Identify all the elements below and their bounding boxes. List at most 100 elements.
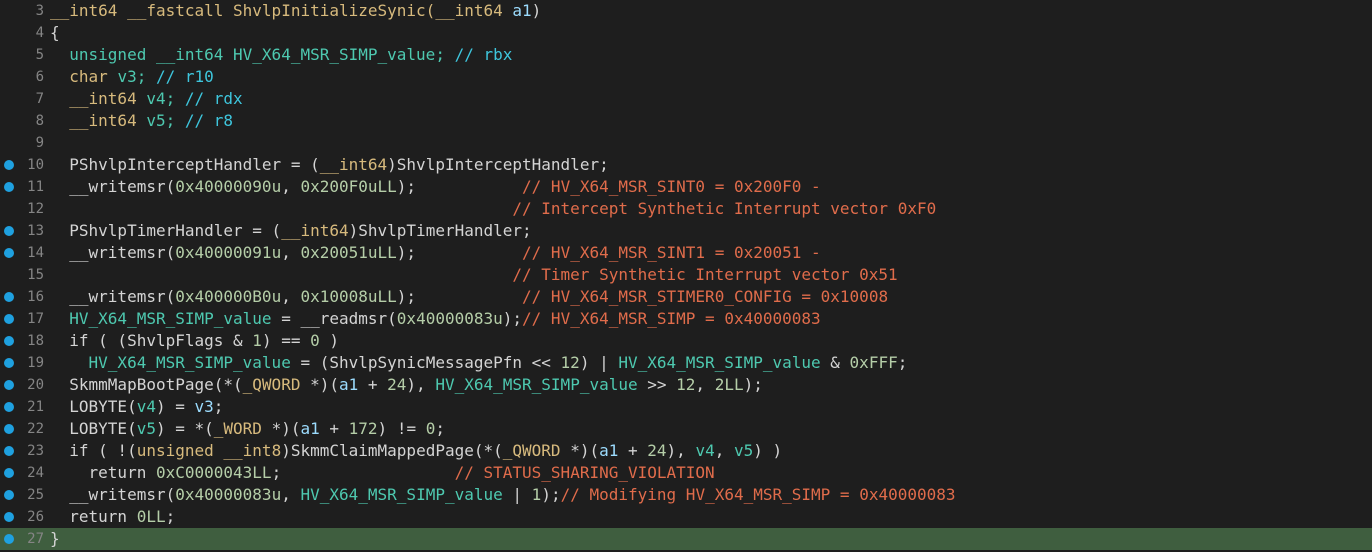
code-line[interactable]: 10 PShvlpInterceptHandler = (__int64)Shv… (0, 154, 1372, 176)
code-token: unsigned __int8 (136, 441, 282, 460)
code-line[interactable]: 17 HV_X64_MSR_SIMP_value = __readmsr(0x4… (0, 308, 1372, 330)
code-token: HV_X64_MSR_SIMP_value (435, 375, 638, 394)
breakpoint-dot-icon[interactable] (4, 380, 14, 390)
code-line[interactable]: 21 LOBYTE(v4) = v3; (0, 396, 1372, 418)
breakpoint-dot-icon[interactable] (4, 468, 14, 478)
line-gutter[interactable]: 19 (0, 352, 48, 374)
code-token: *)( (261, 419, 301, 438)
code-line[interactable]: 7 __int64 v4; // rdx (0, 88, 1372, 110)
code-line[interactable]: 18 if ( (ShvlpFlags & 1) == 0 ) (0, 330, 1372, 352)
code-line[interactable]: 14 __writemsr(0x40000091u, 0x20051uLL); … (0, 242, 1372, 264)
line-gutter[interactable]: 9 (0, 132, 48, 154)
code-line[interactable]: 20 SkmmMapBootPage(*(_QWORD *)(a1 + 24),… (0, 374, 1372, 396)
line-gutter[interactable]: 15 (0, 264, 48, 286)
code-token: __writemsr( (50, 287, 176, 306)
code-line[interactable]: 23 if ( !(unsigned __int8)SkmmClaimMappe… (0, 440, 1372, 462)
line-number: 15 (27, 267, 44, 283)
line-gutter[interactable]: 8 (0, 110, 48, 132)
breakpoint-dot-icon[interactable] (4, 424, 14, 434)
code-token: v3; (117, 67, 156, 86)
code-line[interactable]: 3 __int64 __fastcall ShvlpInitializeSynic… (0, 0, 1372, 22)
code-token: // Modifying HV_X64_MSR_SIMP = 0x4000008… (560, 485, 956, 504)
code-token: __int64 __fastcall ShvlpInitializeSynic( (50, 1, 436, 20)
code-line[interactable]: 6 char v3; // r10 (0, 66, 1372, 88)
line-gutter[interactable]: 13 (0, 220, 48, 242)
code-token: if ( (ShvlpFlags & (50, 331, 253, 350)
code-token: __int64 (50, 89, 147, 108)
line-gutter[interactable]: 18 (0, 330, 48, 352)
line-gutter[interactable]: 25 (0, 484, 48, 506)
code-line[interactable]: 13 PShvlpTimerHandler = (__int64)ShvlpTi… (0, 220, 1372, 242)
breakpoint-dot-icon[interactable] (4, 512, 14, 522)
breakpoint-dot-icon[interactable] (4, 182, 14, 192)
breakpoint-dot-icon[interactable] (4, 490, 14, 500)
line-gutter[interactable]: 6 (0, 66, 48, 88)
code-line[interactable]: 4{ (0, 22, 1372, 44)
line-gutter[interactable]: 12 (0, 198, 48, 220)
code-token: // Intercept Synthetic Interrupt vector … (512, 199, 937, 218)
code-line[interactable]: 16 __writemsr(0x400000B0u, 0x10008uLL); … (0, 286, 1372, 308)
line-gutter[interactable]: 11 (0, 176, 48, 198)
code-line[interactable]: 26 return 0LL; (0, 506, 1372, 528)
line-gutter[interactable]: 16 (0, 286, 48, 308)
code-token: 0 (310, 331, 320, 350)
code-text: __writemsr(0x40000090u, 0x200F0uLL); // … (50, 176, 821, 198)
code-line[interactable]: 8 __int64 v5; // r8 (0, 110, 1372, 132)
code-line[interactable]: 27} (0, 528, 1372, 550)
line-gutter[interactable]: 23 (0, 440, 48, 462)
code-line[interactable]: 5 unsigned __int64 HV_X64_MSR_SIMP_value… (0, 44, 1372, 66)
line-gutter[interactable]: 17 (0, 308, 48, 330)
line-gutter[interactable]: 3 (0, 0, 48, 22)
line-number: 20 (27, 377, 44, 393)
code-token: 24 (647, 441, 667, 460)
pseudocode-editor[interactable]: 3 __int64 __fastcall ShvlpInitializeSynic… (0, 0, 1372, 552)
code-line[interactable]: 22 LOBYTE(v5) = *(_WORD *)(a1 + 172) != … (0, 418, 1372, 440)
breakpoint-dot-icon[interactable] (4, 160, 14, 170)
code-token: 0xC0000043LL (155, 463, 272, 482)
code-text: return 0LL; (50, 506, 175, 528)
line-gutter[interactable]: 27 (0, 528, 48, 550)
code-line[interactable]: 12 // Intercept Synthetic Interrupt vect… (0, 198, 1372, 220)
line-gutter[interactable]: 10 (0, 154, 48, 176)
breakpoint-dot-icon[interactable] (4, 336, 14, 346)
breakpoint-dot-icon[interactable] (4, 358, 14, 368)
code-token: ); (502, 309, 523, 328)
breakpoint-dot-icon[interactable] (4, 534, 14, 544)
line-gutter[interactable]: 7 (0, 88, 48, 110)
code-token: )SkmmClaimMappedPage(*( (281, 441, 503, 460)
code-token: v4 (695, 441, 715, 460)
line-gutter[interactable]: 26 (0, 506, 48, 528)
breakpoint-dot-icon[interactable] (4, 402, 14, 412)
code-line[interactable]: 11 __writemsr(0x40000090u, 0x200F0uLL); … (0, 176, 1372, 198)
code-token: // HV_X64_MSR_SINT0 = 0x200F0 - (522, 177, 821, 196)
line-gutter[interactable]: 20 (0, 374, 48, 396)
code-token: & (820, 353, 850, 372)
code-token: )ShvlpTimerHandler; (348, 221, 532, 240)
code-text: HV_X64_MSR_SIMP_value = __readmsr(0x4000… (50, 308, 820, 330)
breakpoint-dot-icon[interactable] (4, 314, 14, 324)
code-token: 172 (348, 419, 378, 438)
line-gutter[interactable]: 22 (0, 418, 48, 440)
code-token: __int64 (50, 111, 147, 130)
breakpoint-dot-icon[interactable] (4, 248, 14, 258)
code-token: + (319, 419, 349, 438)
code-text: PShvlpInterceptHandler = (__int64)ShvlpI… (50, 154, 608, 176)
breakpoint-dot-icon[interactable] (4, 292, 14, 302)
code-token: , (281, 177, 301, 196)
line-gutter[interactable]: 14 (0, 242, 48, 264)
breakpoint-dot-icon[interactable] (4, 446, 14, 456)
breakpoint-dot-icon[interactable] (4, 226, 14, 236)
line-gutter[interactable]: 24 (0, 462, 48, 484)
line-gutter[interactable]: 4 (0, 22, 48, 44)
code-line[interactable]: 15 // Timer Synthetic Interrupt vector 0… (0, 264, 1372, 286)
line-gutter[interactable]: 5 (0, 44, 48, 66)
code-token: // Timer Synthetic Interrupt vector 0x51 (512, 265, 898, 284)
code-line[interactable]: 25 __writemsr(0x40000083u, HV_X64_MSR_SI… (0, 484, 1372, 506)
code-text: LOBYTE(v5) = *(_WORD *)(a1 + 172) != 0; (50, 418, 445, 440)
code-line[interactable]: 19 HV_X64_MSR_SIMP_value = (ShvlpSynicMe… (0, 352, 1372, 374)
code-text: { (50, 22, 60, 44)
code-line[interactable]: 24 return 0xC0000043LL; // STATUS_SHARIN… (0, 462, 1372, 484)
line-gutter[interactable]: 21 (0, 396, 48, 418)
code-line[interactable]: 9 (0, 132, 1372, 154)
